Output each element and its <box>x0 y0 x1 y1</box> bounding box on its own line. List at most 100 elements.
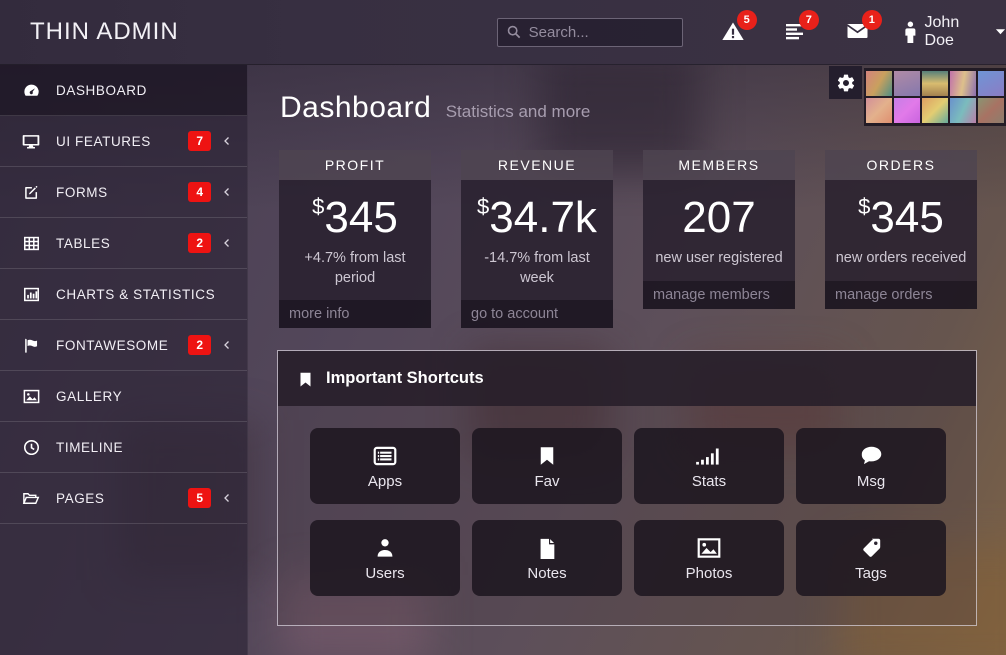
chevron-left-icon <box>221 186 233 198</box>
sidebar-item-timeline[interactable]: TIMELINE <box>0 422 247 473</box>
bar-chart-icon <box>20 285 42 304</box>
tag-icon <box>858 535 884 561</box>
list-alt-icon <box>371 443 399 469</box>
currency-prefix: $ <box>312 194 324 219</box>
user-menu[interactable]: John Doe <box>904 14 1006 50</box>
theme-swatch[interactable] <box>978 98 1004 123</box>
page-title: Dashboard <box>280 91 431 124</box>
stat-card-link[interactable]: manage members <box>643 281 795 309</box>
shortcut-tile-users[interactable]: Users <box>310 520 460 596</box>
shortcut-tile-stats[interactable]: Stats <box>634 428 784 504</box>
sidebar-item-label: FONTAWESOME <box>56 338 168 353</box>
chevron-left-icon <box>221 339 233 351</box>
sidebar-item-label: CHARTS & STATISTICS <box>56 287 215 302</box>
settings-gear-button[interactable] <box>829 66 862 99</box>
flag-icon <box>20 336 42 355</box>
theme-swatch[interactable] <box>922 98 948 123</box>
stat-card-orders: ORDERS $345 new orders received manage o… <box>825 150 977 309</box>
user-name: John Doe <box>925 14 988 50</box>
shortcut-tile-apps[interactable]: Apps <box>310 428 460 504</box>
shortcut-label: Users <box>365 565 404 582</box>
theme-swatch[interactable] <box>950 98 976 123</box>
stat-card-link[interactable]: more info <box>279 300 431 328</box>
sidebar-badge: 2 <box>188 233 211 253</box>
sidebar-item-fontawesome[interactable]: FONTAWESOME 2 <box>0 320 247 371</box>
shortcut-label: Apps <box>368 473 402 490</box>
chevron-left-icon <box>221 135 233 147</box>
shortcut-tile-tags[interactable]: Tags <box>796 520 946 596</box>
stat-subtext: new user registered <box>651 249 787 269</box>
theme-swatch[interactable] <box>922 71 948 96</box>
sidebar-badge: 7 <box>188 131 211 151</box>
shortcut-label: Photos <box>686 565 733 582</box>
shortcut-label: Msg <box>857 473 885 490</box>
stat-card-body: $34.7k -14.7% from last week <box>461 180 613 300</box>
stat-card-title: PROFIT <box>279 150 431 180</box>
theme-swatch[interactable] <box>950 71 976 96</box>
main-content: Dashboard Statistics and more PROFIT $34… <box>248 65 1006 655</box>
shortcut-tile-msg[interactable]: Msg <box>796 428 946 504</box>
shortcuts-title: Important Shortcuts <box>326 369 484 388</box>
theme-swatch[interactable] <box>978 71 1004 96</box>
bookmark-icon <box>298 370 313 388</box>
sidebar-item-label: TABLES <box>56 236 110 251</box>
tasks-button[interactable]: 7 <box>783 19 807 45</box>
stat-subtext: new orders received <box>833 249 969 269</box>
sidebar-item-gallery[interactable]: GALLERY <box>0 371 247 422</box>
page-header: Dashboard Statistics and more <box>248 65 1006 145</box>
sidebar: DASHBOARD UI FEATURES 7 FORMS 4 TABLES 2… <box>0 65 248 655</box>
sidebar-item-charts[interactable]: CHARTS & STATISTICS <box>0 269 247 320</box>
messages-button[interactable]: 1 <box>845 19 870 45</box>
messages-count-badge: 1 <box>862 10 882 30</box>
stat-value: 345 <box>870 193 943 242</box>
stat-subtext: -14.7% from last week <box>469 249 605 288</box>
sidebar-badge: 4 <box>188 182 211 202</box>
stat-card-link[interactable]: go to account <box>461 300 613 328</box>
sidebar-badge: 2 <box>188 335 211 355</box>
currency-prefix: $ <box>858 194 870 219</box>
shortcuts-panel-header: Important Shortcuts <box>278 351 976 406</box>
top-header: THIN ADMIN 5 7 1 John Doe <box>0 0 1006 65</box>
stat-cards-row: PROFIT $345 +4.7% from last period more … <box>279 150 1006 328</box>
shortcut-tile-photos[interactable]: Photos <box>634 520 784 596</box>
sidebar-item-ui-features[interactable]: UI FEATURES 7 <box>0 116 247 167</box>
stat-card-body: $345 new orders received <box>825 180 977 281</box>
stat-card-title: MEMBERS <box>643 150 795 180</box>
sidebar-item-forms[interactable]: FORMS 4 <box>0 167 247 218</box>
image-icon <box>694 535 724 561</box>
stat-card-link[interactable]: manage orders <box>825 281 977 309</box>
desktop-monitor-icon <box>20 132 42 151</box>
shortcut-tile-notes[interactable]: Notes <box>472 520 622 596</box>
person-icon <box>904 21 917 43</box>
stat-card-profit: PROFIT $345 +4.7% from last period more … <box>279 150 431 328</box>
shortcut-tile-fav[interactable]: Fav <box>472 428 622 504</box>
stat-value: 207 <box>682 193 755 242</box>
folder-open-icon <box>20 489 42 508</box>
stat-value: 345 <box>324 193 397 242</box>
tasks-count-badge: 7 <box>799 10 819 30</box>
theme-swatch[interactable] <box>866 98 892 123</box>
shortcut-label: Tags <box>855 565 887 582</box>
theme-swatch[interactable] <box>866 71 892 96</box>
stat-card-members: MEMBERS 207 new user registered manage m… <box>643 150 795 309</box>
alerts-count-badge: 5 <box>737 10 757 30</box>
stat-card-body: 207 new user registered <box>643 180 795 281</box>
sidebar-item-label: PAGES <box>56 491 105 506</box>
sidebar-item-label: FORMS <box>56 185 108 200</box>
theme-swatch[interactable] <box>894 71 920 96</box>
dashboard-gauge-icon <box>20 81 42 100</box>
app-logo: THIN ADMIN <box>0 18 232 46</box>
sidebar-item-dashboard[interactable]: DASHBOARD <box>0 65 247 116</box>
signal-bars-icon <box>694 443 724 469</box>
alerts-button[interactable]: 5 <box>721 19 745 45</box>
sidebar-item-tables[interactable]: TABLES 2 <box>0 218 247 269</box>
search-input[interactable] <box>529 24 728 41</box>
caret-down-icon <box>995 28 1006 36</box>
shortcuts-grid: Apps Fav Stats Msg Users Notes <box>278 406 976 625</box>
gear-icon <box>836 73 856 93</box>
theme-palette <box>864 68 1006 126</box>
theme-swatch[interactable] <box>894 98 920 123</box>
picture-icon <box>20 387 42 406</box>
sidebar-item-pages[interactable]: PAGES 5 <box>0 473 247 524</box>
pencil-square-icon <box>20 183 42 202</box>
